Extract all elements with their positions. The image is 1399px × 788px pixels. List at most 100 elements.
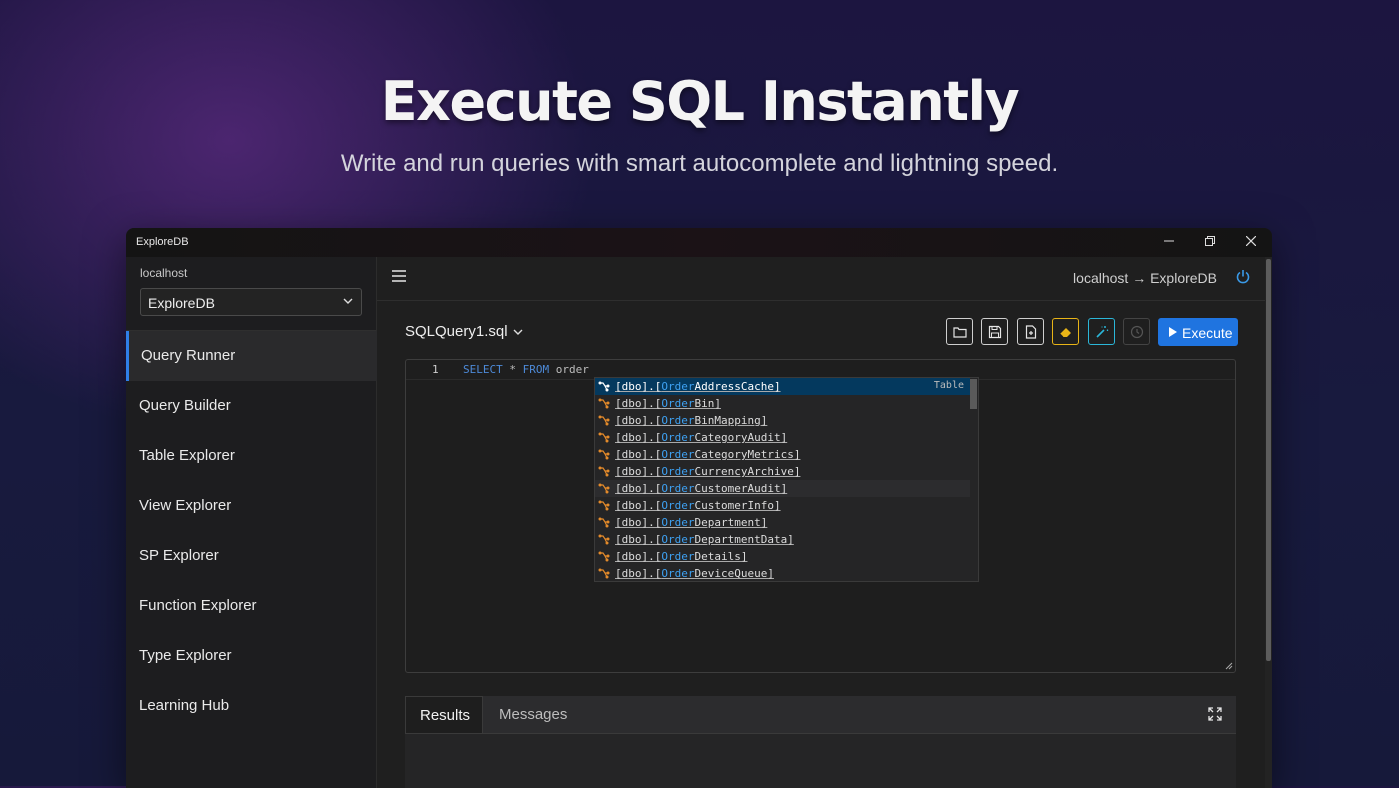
results-panel: Results Messages [405, 696, 1236, 788]
item-rest: CategoryMetrics] [694, 448, 801, 461]
main-scrollbar[interactable] [1265, 257, 1272, 788]
item-match: Order [661, 465, 695, 478]
sidebar-item-type-explorer[interactable]: Type Explorer [126, 631, 376, 681]
sidebar-item-learning-hub[interactable]: Learning Hub [126, 681, 376, 731]
table-icon [598, 432, 610, 443]
item-rest: CustomerInfo] [694, 499, 781, 512]
sidebar-item-label: Table Explorer [139, 447, 235, 464]
results-tabs: Results Messages [405, 696, 1236, 734]
new-file-button[interactable] [1017, 318, 1044, 345]
clear-button[interactable] [1052, 318, 1079, 345]
minimize-icon[interactable] [1154, 232, 1184, 252]
expand-icon[interactable] [1208, 707, 1222, 721]
sidebar-item-query-runner[interactable]: Query Runner [126, 331, 379, 381]
code-identifier: order [555, 363, 589, 376]
item-prefix: [dbo].[ [615, 380, 662, 393]
autocomplete-item[interactable]: [dbo].[OrderDetails] [595, 548, 970, 565]
open-folder-icon [953, 327, 967, 338]
chevron-down-icon[interactable] [511, 325, 525, 339]
autocomplete-item[interactable]: [dbo].[OrderCustomerAudit] [595, 480, 970, 497]
autocomplete-item[interactable]: [dbo].[OrderCurrencyArchive] [595, 463, 970, 480]
autocomplete-item[interactable]: [dbo].[OrderDepartment] [595, 514, 970, 531]
item-match: Order [661, 516, 695, 529]
item-kind: Table [933, 380, 964, 391]
code-keyword: FROM [522, 363, 550, 376]
save-icon [988, 325, 1002, 339]
autocomplete-item[interactable]: [dbo].[OrderBin] [595, 395, 970, 412]
item-match: Order [661, 482, 695, 495]
execute-button[interactable]: Execute [1158, 318, 1238, 346]
sidebar-item-function-explorer[interactable]: Function Explorer [126, 581, 376, 631]
item-match: Order [661, 567, 695, 580]
item-prefix: [dbo].[ [615, 533, 662, 546]
sidebar-item-table-explorer[interactable]: Table Explorer [126, 431, 376, 481]
sidebar-item-label: Query Runner [141, 347, 236, 364]
item-rest: AddressCache] [694, 380, 781, 393]
autocomplete-item[interactable]: [dbo].[OrderCategoryAudit] [595, 429, 970, 446]
item-rest: CategoryAudit] [694, 431, 788, 444]
eraser-icon [1059, 328, 1071, 338]
item-prefix: [dbo].[ [615, 482, 662, 495]
power-icon[interactable] [1235, 269, 1251, 285]
code-keyword: SELECT [463, 363, 503, 376]
sidebar-item-label: SP Explorer [139, 547, 219, 564]
item-prefix: [dbo].[ [615, 414, 662, 427]
item-match: Order [661, 431, 695, 444]
autocomplete-popup: [dbo].[OrderAddressCache] Table [dbo].[O… [594, 377, 979, 582]
tab-results[interactable]: Results [405, 696, 483, 733]
tab-messages[interactable]: Messages [499, 696, 579, 733]
item-rest: CustomerAudit] [694, 482, 788, 495]
item-prefix: [dbo].[ [615, 499, 662, 512]
table-icon [598, 415, 610, 426]
table-icon [598, 449, 610, 460]
hero-subtitle: Write and run queries with smart autocom… [340, 150, 1059, 177]
item-prefix: [dbo].[ [615, 431, 662, 444]
item-match: Order [661, 414, 695, 427]
hamburger-menu-icon[interactable] [391, 268, 407, 284]
sidebar-item-query-builder[interactable]: Query Builder [126, 381, 376, 431]
execute-label: Execute [1182, 325, 1233, 341]
top-bar: localhost → ExploreDB [377, 257, 1265, 301]
sql-editor[interactable]: 1 SELECT * FROM order [dbo].[OrderAddres… [405, 359, 1236, 673]
item-prefix: [dbo].[ [615, 465, 662, 478]
item-rest: DepartmentData] [694, 533, 794, 546]
database-select[interactable]: ExploreDB [140, 288, 362, 316]
scrollbar-thumb[interactable] [1266, 259, 1271, 661]
window-title: ExploreDB [136, 236, 189, 248]
code-line[interactable]: SELECT * FROM order [463, 363, 589, 376]
item-match: Order [661, 448, 695, 461]
sidebar-item-view-explorer[interactable]: View Explorer [126, 481, 376, 531]
table-icon [598, 500, 610, 511]
item-rest: BinMapping] [694, 414, 768, 427]
format-button[interactable] [1088, 318, 1115, 345]
resize-handle-icon[interactable] [1225, 662, 1233, 670]
autocomplete-scrollbar[interactable] [970, 379, 977, 409]
close-icon[interactable] [1236, 232, 1266, 252]
autocomplete-item[interactable]: [dbo].[OrderBinMapping] [595, 412, 970, 429]
restore-icon[interactable] [1195, 232, 1225, 252]
hero-title: Execute SQL Instantly [380, 70, 1020, 133]
sidebar-item-label: Function Explorer [139, 597, 257, 614]
sidebar-item-sp-explorer[interactable]: SP Explorer [126, 531, 376, 581]
tab-label: Messages [499, 706, 568, 723]
new-file-icon [1025, 325, 1037, 339]
history-button[interactable] [1123, 318, 1150, 345]
autocomplete-item[interactable]: [dbo].[OrderAddressCache] Table [595, 378, 970, 395]
item-match: Order [661, 550, 695, 563]
autocomplete-item[interactable]: [dbo].[OrderDeviceQueue] [595, 565, 970, 582]
magic-wand-icon [1096, 326, 1109, 338]
file-name[interactable]: SQLQuery1.sql [405, 323, 508, 340]
item-match: Order [661, 533, 695, 546]
autocomplete-item[interactable]: [dbo].[OrderCategoryMetrics] [595, 446, 970, 463]
autocomplete-item[interactable]: [dbo].[OrderCustomerInfo] [595, 497, 970, 514]
save-button[interactable] [981, 318, 1008, 345]
line-number: 1 [432, 363, 439, 376]
autocomplete-item[interactable]: [dbo].[OrderDepartmentData] [595, 531, 970, 548]
item-rest: Details] [694, 550, 748, 563]
sidebar-item-label: View Explorer [139, 497, 232, 514]
sidebar-item-label: Learning Hub [139, 697, 230, 714]
item-match: Order [661, 380, 695, 393]
item-prefix: [dbo].[ [615, 567, 662, 580]
main-panel: localhost → ExploreDB SQLQuery1.sql Exec… [377, 257, 1265, 788]
open-folder-button[interactable] [946, 318, 973, 345]
